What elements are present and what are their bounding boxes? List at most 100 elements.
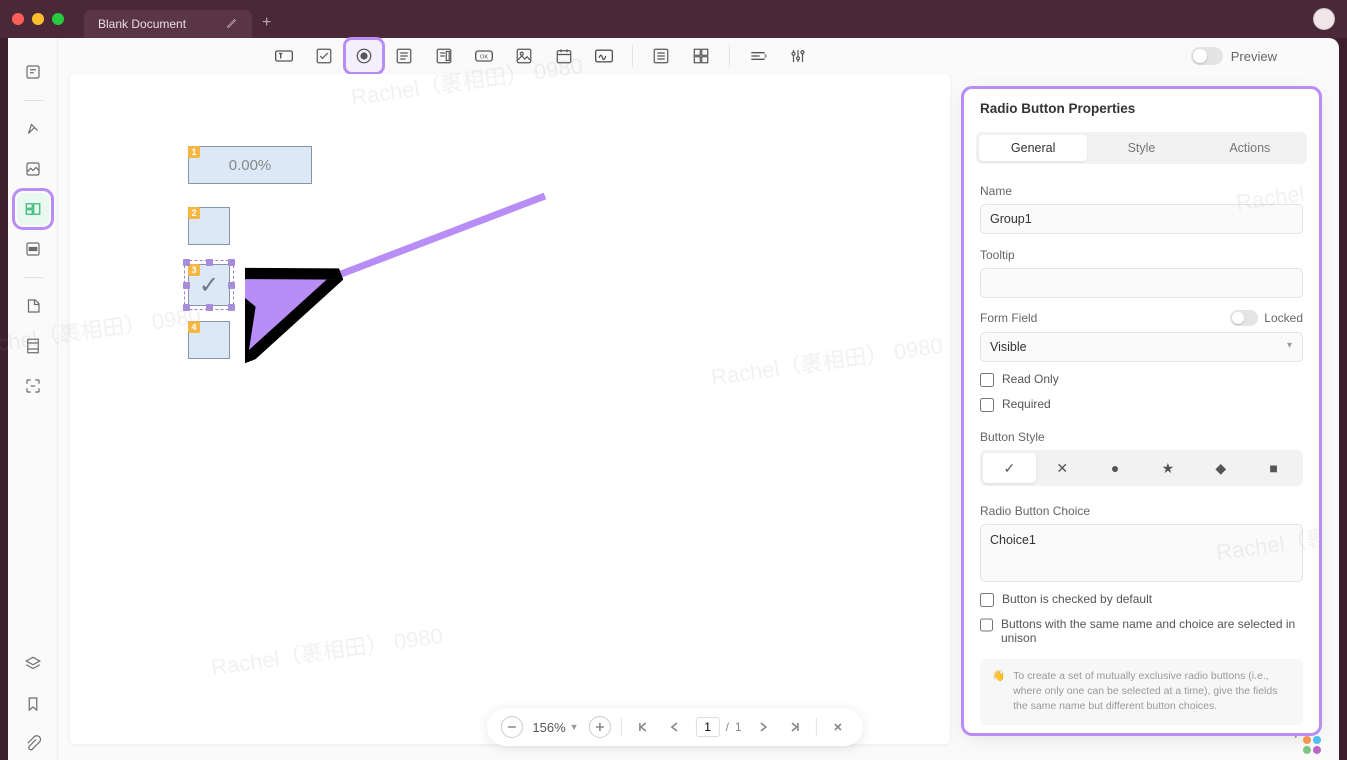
style-diamond-icon[interactable]: ◆ — [1194, 453, 1247, 483]
check-icon: ✓ — [199, 271, 219, 300]
form-field-3-selected[interactable]: 3 ✓ — [188, 264, 230, 306]
input-name[interactable] — [980, 204, 1303, 234]
wave-icon: 👋 — [992, 669, 1005, 715]
sidebar-annotate-icon[interactable] — [17, 56, 49, 88]
separator — [729, 45, 730, 67]
check-checked-default[interactable]: Button is checked by default — [980, 592, 1303, 607]
tool-grid-icon[interactable] — [683, 40, 719, 72]
sidebar-bookmark-icon[interactable] — [17, 688, 49, 720]
button-style-group: ✓ ✕ ● ★ ◆ ■ — [980, 450, 1303, 486]
tool-listbox-icon[interactable] — [386, 40, 422, 72]
select-visibility[interactable]: Visible — [980, 332, 1303, 362]
sidebar-fillsign-icon[interactable] — [17, 153, 49, 185]
prev-page-button[interactable] — [664, 716, 686, 738]
zoom-out-button[interactable] — [500, 716, 522, 738]
style-check-icon[interactable]: ✓ — [983, 453, 1036, 483]
edit-tab-icon[interactable] — [226, 17, 238, 32]
titlebar: Blank Document + — [0, 0, 1347, 38]
sidebar-layers-icon[interactable] — [17, 648, 49, 680]
zoom-level[interactable]: 156% ▼ — [532, 720, 578, 735]
tab-general[interactable]: General — [979, 135, 1087, 161]
first-page-button[interactable] — [632, 716, 654, 738]
separator — [23, 277, 43, 278]
sidebar-form-icon[interactable] — [17, 193, 49, 225]
tip-box: 👋 To create a set of mutually exclusive … — [980, 659, 1303, 725]
window-controls — [12, 13, 64, 25]
field-badge: 3 — [188, 264, 200, 276]
panel-tabs: General Style Actions — [976, 132, 1307, 164]
sidebar-highlight-icon[interactable] — [17, 113, 49, 145]
tab-actions[interactable]: Actions — [1196, 135, 1304, 161]
footer-bar: 156% ▼ / 1 — [486, 708, 862, 746]
next-page-button[interactable] — [752, 716, 774, 738]
tool-fields-list-icon[interactable] — [643, 40, 679, 72]
preview-toggle[interactable]: Preview — [1191, 47, 1277, 65]
sidebar-attachment-icon[interactable] — [17, 728, 49, 760]
tab-title: Blank Document — [98, 17, 186, 31]
check-unison[interactable]: Buttons with the same name and choice ar… — [980, 617, 1303, 645]
row-formfield: Form Field Locked — [980, 310, 1303, 326]
label-formfield: Form Field — [980, 311, 1037, 325]
tool-radio-icon[interactable] — [346, 40, 382, 72]
page-indicator: / 1 — [696, 717, 742, 737]
watermark: Rachel（裹相田） 0980 — [709, 328, 945, 392]
app-body: OK Preview 1 0.00% — [8, 38, 1339, 760]
page-total: 1 — [735, 720, 742, 734]
input-radio-choice[interactable]: Choice1 — [980, 524, 1303, 582]
check-readonly[interactable]: Read Only — [980, 372, 1303, 387]
panel-body: Name Tooltip Form Field Locked Visible R… — [964, 176, 1319, 732]
locked-switch[interactable] — [1230, 310, 1258, 326]
preview-label: Preview — [1231, 49, 1277, 64]
sidebar-redact-icon[interactable] — [17, 233, 49, 265]
separator — [23, 100, 43, 101]
user-avatar[interactable] — [1313, 8, 1335, 30]
separator — [632, 45, 633, 67]
style-square-icon[interactable]: ■ — [1247, 453, 1300, 483]
form-field-4[interactable]: 4 — [188, 321, 230, 359]
page-input[interactable] — [696, 717, 720, 737]
svg-text:OK: OK — [480, 55, 489, 61]
new-tab-button[interactable]: + — [262, 14, 271, 32]
style-cross-icon[interactable]: ✕ — [1036, 453, 1089, 483]
preview-switch[interactable] — [1191, 47, 1223, 65]
maximize-window[interactable] — [52, 13, 64, 25]
close-window[interactable] — [12, 13, 24, 25]
document-page[interactable]: 1 0.00% 2 3 ✓ 4 — [70, 74, 950, 744]
check-required[interactable]: Required — [980, 397, 1303, 412]
document-tab[interactable]: Blank Document — [84, 10, 252, 38]
tool-align-icon[interactable] — [740, 40, 776, 72]
style-star-icon[interactable]: ★ — [1141, 453, 1194, 483]
tab-style[interactable]: Style — [1087, 135, 1195, 161]
tool-dropdown-icon[interactable] — [426, 40, 462, 72]
tool-button-icon[interactable]: OK — [466, 40, 502, 72]
style-circle-icon[interactable]: ● — [1089, 453, 1142, 483]
tool-image-icon[interactable] — [506, 40, 542, 72]
sidebar-page-icon[interactable] — [17, 330, 49, 362]
tool-settings-icon[interactable] — [780, 40, 816, 72]
label-name: Name — [980, 184, 1303, 198]
sidebar-ocr-icon[interactable] — [17, 370, 49, 402]
sidebar-edit-icon[interactable] — [17, 290, 49, 322]
field-badge: 4 — [188, 321, 200, 333]
panel-title: Radio Button Properties — [964, 89, 1319, 124]
form-toolbar: OK Preview — [58, 38, 1291, 74]
tool-date-icon[interactable] — [546, 40, 582, 72]
watermark: Rachel（裹相田） 0980 — [209, 618, 445, 682]
field-1-value: 0.00% — [229, 157, 272, 174]
form-field-2[interactable]: 2 — [188, 207, 230, 245]
tool-textfield-icon[interactable] — [266, 40, 302, 72]
tip-text: To create a set of mutually exclusive ra… — [1013, 669, 1291, 715]
left-sidebar — [8, 38, 58, 760]
label-radio-choice: Radio Button Choice — [980, 504, 1303, 518]
minimize-window[interactable] — [32, 13, 44, 25]
input-tooltip[interactable] — [980, 268, 1303, 298]
field-badge: 1 — [188, 146, 200, 158]
close-footer-button[interactable] — [827, 716, 849, 738]
tool-checkbox-icon[interactable] — [306, 40, 342, 72]
tool-signature-icon[interactable] — [586, 40, 622, 72]
label-locked: Locked — [1264, 311, 1303, 325]
last-page-button[interactable] — [784, 716, 806, 738]
label-tooltip: Tooltip — [980, 248, 1303, 262]
form-field-1[interactable]: 1 0.00% — [188, 146, 312, 184]
zoom-in-button[interactable] — [589, 716, 611, 738]
